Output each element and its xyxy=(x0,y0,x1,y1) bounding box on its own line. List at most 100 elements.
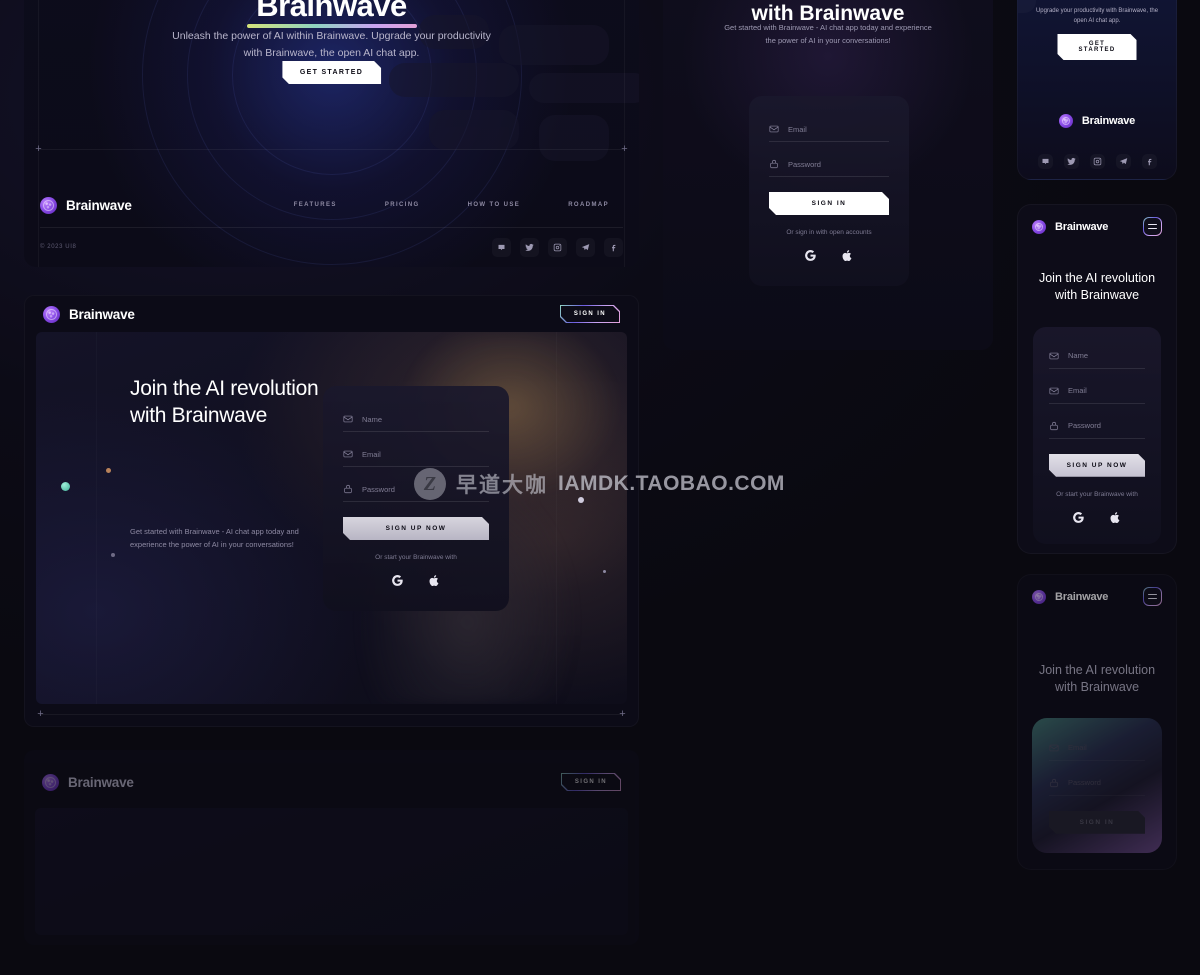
mobile-signup-mockup: Brainwave Join the AI revolution with Br… xyxy=(1017,204,1177,554)
header-signin-button[interactable]: SIGN IN xyxy=(560,305,620,323)
lock-icon xyxy=(1050,421,1058,430)
telegram-icon[interactable] xyxy=(1116,154,1131,169)
hamburger-menu-icon[interactable] xyxy=(1143,217,1162,236)
footer-social-links xyxy=(492,238,623,257)
signup-email-placeholder: Email xyxy=(362,449,381,459)
mobile-signin-submit-button[interactable]: SIGN IN xyxy=(1049,811,1145,834)
accent-dot-teal-left xyxy=(61,482,70,491)
mail-icon xyxy=(343,415,353,423)
mail-icon xyxy=(1049,387,1059,394)
hero-title: Brainwave xyxy=(256,0,407,23)
brainwave-logo-icon xyxy=(42,773,59,791)
mobile-signin-password-field[interactable]: Password xyxy=(1049,772,1145,796)
telegram-icon[interactable] xyxy=(576,238,595,257)
faded-brand[interactable]: Brainwave xyxy=(42,773,134,791)
facebook-icon[interactable] xyxy=(1142,154,1157,169)
mobile-signup-submit-button[interactable]: SIGN UP NOW xyxy=(1049,454,1145,477)
plus-marker-right: + xyxy=(621,143,628,155)
mobile-signin-card: Email Password SIGN IN xyxy=(1032,717,1162,853)
instagram-icon[interactable] xyxy=(548,238,567,257)
google-icon[interactable] xyxy=(389,572,406,589)
mobile-signin-email-field[interactable]: Email xyxy=(1049,737,1145,761)
facebook-icon[interactable] xyxy=(604,238,623,257)
footer-nav-roadmap[interactable]: ROADMAP xyxy=(568,202,609,208)
mobile-get-started-button[interactable]: GET STARTED xyxy=(1058,34,1137,60)
brand-name: Brainwave xyxy=(69,306,135,322)
brand-name: Brainwave xyxy=(1081,115,1136,127)
brainwave-logo-icon xyxy=(1032,219,1046,234)
footer-brand[interactable]: Brainwave xyxy=(40,196,132,214)
footer-nav-pricing[interactable]: PRICING xyxy=(385,202,420,208)
signup-submit-button[interactable]: SIGN UP NOW xyxy=(343,517,489,540)
brand-name: Brainwave xyxy=(68,774,134,790)
signin-or-text: Or sign in with open accounts xyxy=(786,229,872,236)
plus-marker-left: + xyxy=(35,143,42,155)
footer-nav-features[interactable]: FEATURES xyxy=(294,202,337,208)
brand-name: Brainwave xyxy=(66,197,132,213)
mobile-signup-email-placeholder: Email xyxy=(1068,386,1087,396)
mail-icon xyxy=(769,125,779,133)
desktop-signin-panel: with Brainwave Get started with Brainwav… xyxy=(663,0,993,350)
mail-icon xyxy=(1049,744,1059,751)
desktop-footer: Brainwave FEATURES PRICING HOW TO USE RO… xyxy=(24,183,639,267)
desktop-hero-footer-panel: Brainwave Unleash the power of AI within… xyxy=(24,0,639,267)
google-icon[interactable] xyxy=(1070,509,1087,526)
signin-email-placeholder: Email xyxy=(788,124,807,134)
mobile-brand[interactable]: Brainwave xyxy=(1032,219,1108,234)
brand-name: Brainwave xyxy=(1055,590,1109,603)
get-started-button[interactable]: GET STARTED xyxy=(282,61,381,84)
footer-nav-how-to-use[interactable]: HOW TO USE xyxy=(468,202,521,208)
mobile-signup-email-field[interactable]: Email xyxy=(1049,380,1145,404)
copyright-text: © 2023 UI8 xyxy=(40,244,77,250)
signup-brand[interactable]: Brainwave xyxy=(43,305,135,323)
accent-dot-orange xyxy=(106,468,111,473)
mobile-signin-password-placeholder: Password xyxy=(1068,778,1101,788)
signin-password-field[interactable]: Password xyxy=(769,153,889,177)
signup-password-field[interactable]: Password xyxy=(343,478,489,502)
mobile-signup-name-field[interactable]: Name xyxy=(1049,345,1145,369)
signup-card: Name Email Password SIGN UP NOW Or start… xyxy=(322,385,510,612)
brainwave-logo-icon xyxy=(1032,589,1046,604)
faded-duplicate-panel: Brainwave SIGN IN xyxy=(24,750,639,945)
signin-email-field[interactable]: Email xyxy=(769,118,889,142)
mobile-signup-oauth-row xyxy=(1049,509,1145,526)
mail-icon xyxy=(1049,352,1059,359)
google-icon[interactable] xyxy=(802,247,819,264)
signup-email-field[interactable]: Email xyxy=(343,443,489,467)
signup-name-field[interactable]: Name xyxy=(343,408,489,432)
discord-icon[interactable] xyxy=(1038,154,1053,169)
mobile-signin-email-placeholder: Email xyxy=(1068,743,1087,753)
brainwave-logo-icon xyxy=(43,305,60,323)
discord-icon[interactable] xyxy=(492,238,511,257)
signup-password-placeholder: Password xyxy=(362,484,395,494)
apple-icon[interactable] xyxy=(426,572,443,589)
signup-grid-line xyxy=(39,714,624,715)
signin-oauth-row xyxy=(769,247,889,264)
plus-marker-br: + xyxy=(619,708,626,720)
mobile-signup-password-placeholder: Password xyxy=(1068,421,1101,431)
twitter-icon[interactable] xyxy=(520,238,539,257)
faded-signin-button[interactable]: SIGN IN xyxy=(561,773,621,791)
mobile-hero-brand[interactable]: Brainwave xyxy=(1018,114,1176,128)
apple-icon[interactable] xyxy=(1107,509,1124,526)
mobile-brand[interactable]: Brainwave xyxy=(1032,589,1109,604)
showcase-canvas: Brainwave Unleash the power of AI within… xyxy=(0,0,1200,975)
signin-submit-button[interactable]: SIGN IN xyxy=(769,192,889,215)
mobile-signup-name-placeholder: Name xyxy=(1068,351,1089,361)
lock-icon xyxy=(344,484,352,494)
signup-panel-header: Brainwave SIGN IN xyxy=(25,296,638,332)
mobile-signup-password-field[interactable]: Password xyxy=(1049,415,1145,439)
mobile-signin-heading: Join the AI revolution with Brainwave xyxy=(1038,663,1156,694)
twitter-icon[interactable] xyxy=(1064,154,1079,169)
grid-line-horizontal xyxy=(38,149,625,150)
brainwave-logo-icon xyxy=(40,196,57,214)
apple-icon[interactable] xyxy=(839,247,856,264)
signin-password-placeholder: Password xyxy=(788,159,821,169)
hamburger-menu-icon[interactable] xyxy=(1143,587,1162,606)
lock-icon xyxy=(770,159,778,169)
hero-subtitle: Unleash the power of AI within Brainwave… xyxy=(172,30,491,59)
mobile-signup-header: Brainwave xyxy=(1018,205,1176,236)
instagram-icon[interactable] xyxy=(1090,154,1105,169)
mobile-hero-socials xyxy=(1018,154,1176,169)
accent-dot-white xyxy=(578,497,584,503)
